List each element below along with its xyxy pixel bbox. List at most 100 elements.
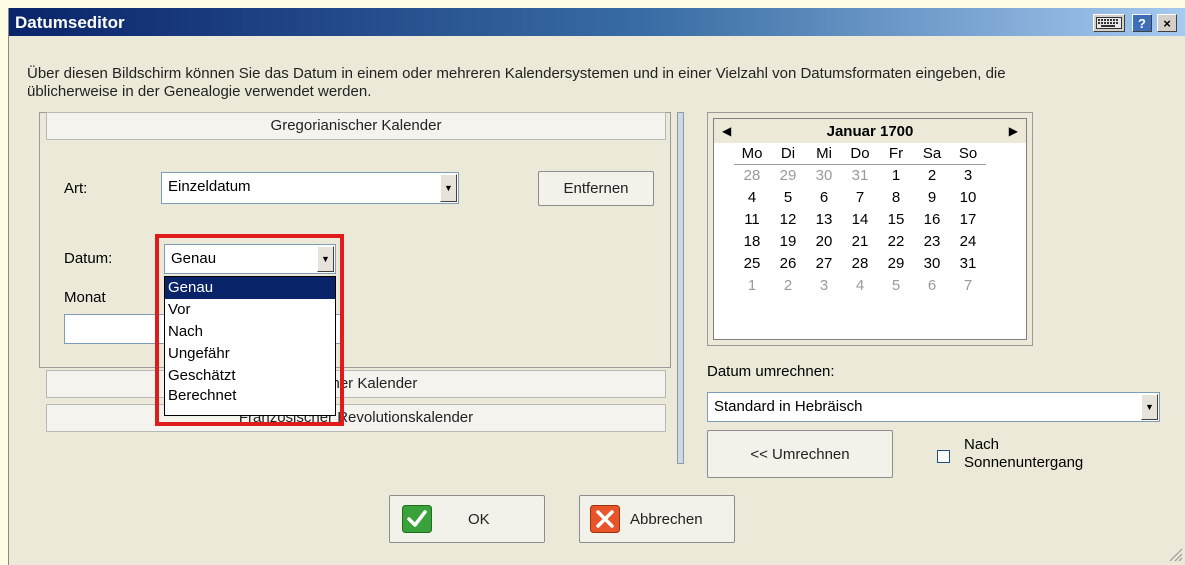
- calendar-day[interactable]: 29: [770, 165, 806, 187]
- weekday-header: Do: [842, 143, 878, 165]
- dropdown-option-genau[interactable]: Genau: [165, 277, 335, 299]
- calendar-day[interactable]: 19: [770, 231, 806, 253]
- calendar-frame: ◀ Januar 1700 ▶ Mo Di Mi Do Fr Sa So 28 29 30 31 1 2…: [707, 112, 1033, 346]
- calendar-day[interactable]: 29: [878, 253, 914, 275]
- check-icon: [402, 505, 432, 533]
- calendar-day[interactable]: 26: [770, 253, 806, 275]
- dropdown-option-nach[interactable]: Nach: [165, 321, 335, 343]
- calendar-day[interactable]: 12: [770, 209, 806, 231]
- dropdown-option-berechnet[interactable]: Berechnet: [165, 387, 335, 405]
- help-icon: ?: [1138, 15, 1146, 31]
- prev-month-icon[interactable]: ◀: [722, 124, 731, 138]
- calendar-day[interactable]: 5: [878, 275, 914, 297]
- section-title: Gregorianischer Kalender: [270, 117, 442, 134]
- calendar-grid: Mo Di Mi Do Fr Sa So 28 29 30 31 1 2 3 4 5 6 7 8 9 10 11 12 13 1…: [714, 143, 1026, 297]
- calendar-day[interactable]: 16: [914, 209, 950, 231]
- next-month-icon[interactable]: ▶: [1009, 124, 1018, 138]
- calendar-day[interactable]: 31: [950, 253, 986, 275]
- dropdown-option-vor[interactable]: Vor: [165, 299, 335, 321]
- calendar-day[interactable]: 2: [914, 165, 950, 187]
- datum-select-value: Genau: [171, 250, 217, 267]
- calendar-day[interactable]: 31: [842, 165, 878, 187]
- dropdown-option-geschaetzt[interactable]: Geschätzt: [165, 365, 335, 387]
- cancel-label: Abbrechen: [630, 510, 703, 528]
- calendar-day[interactable]: 5: [770, 187, 806, 209]
- calendar-day[interactable]: 6: [806, 187, 842, 209]
- convert-button[interactable]: << Umrechnen: [707, 430, 893, 478]
- art-label: Art:: [64, 180, 88, 197]
- chevron-down-icon: ▼: [1141, 394, 1158, 420]
- date-editor-window: Datumseditor ? × Über diesen Bildschirm …: [8, 8, 1185, 565]
- close-button[interactable]: ×: [1157, 14, 1177, 32]
- x-icon: [590, 505, 620, 533]
- sunset-checkbox[interactable]: [937, 450, 950, 463]
- ok-label: OK: [468, 510, 490, 528]
- datum-select[interactable]: Genau ▼: [164, 244, 336, 274]
- weekday-header: So: [950, 143, 986, 165]
- julian-calendar-header[interactable]: cher Kalender: [46, 370, 666, 398]
- cancel-button[interactable]: Abbrechen: [579, 495, 735, 543]
- calendar-day[interactable]: 7: [842, 187, 878, 209]
- weekday-header: Mo: [734, 143, 770, 165]
- convert-select-value: Standard in Hebräisch: [714, 398, 863, 415]
- convert-select[interactable]: Standard in Hebräisch ▼: [707, 392, 1160, 422]
- calendar-day[interactable]: 13: [806, 209, 842, 231]
- calendar-day[interactable]: 20: [806, 231, 842, 253]
- calendar-day[interactable]: 14: [842, 209, 878, 231]
- calendar-day[interactable]: 4: [734, 187, 770, 209]
- resize-grip-icon[interactable]: [1167, 546, 1183, 562]
- datum-dropdown-list: Genau Vor Nach Ungefähr Geschätzt Berech…: [164, 276, 336, 416]
- calendar-day[interactable]: 22: [878, 231, 914, 253]
- calendar-day[interactable]: 23: [914, 231, 950, 253]
- weekday-header: Di: [770, 143, 806, 165]
- description-text: Über diesen Bildschirm können Sie das Da…: [27, 65, 1006, 100]
- calendar-day[interactable]: 15: [878, 209, 914, 231]
- calendar-day[interactable]: 3: [950, 165, 986, 187]
- calendar-day[interactable]: 24: [950, 231, 986, 253]
- calendar-day[interactable]: 30: [806, 165, 842, 187]
- weekday-header: Mi: [806, 143, 842, 165]
- calendar-day[interactable]: 25: [734, 253, 770, 275]
- calendar-day[interactable]: 28: [734, 165, 770, 187]
- title-bar: Datumseditor: [9, 8, 1185, 36]
- calendar-day[interactable]: 6: [914, 275, 950, 297]
- calendar-day[interactable]: 7: [950, 275, 986, 297]
- art-select-value: Einzeldatum: [168, 178, 251, 195]
- keyboard-button[interactable]: [1093, 14, 1125, 32]
- ok-button[interactable]: OK: [389, 495, 545, 543]
- convert-label: Datum umrechnen:: [707, 363, 835, 380]
- calendar-day[interactable]: 10: [950, 187, 986, 209]
- calendar-day[interactable]: 4: [842, 275, 878, 297]
- calendar-day[interactable]: 21: [842, 231, 878, 253]
- art-select[interactable]: Einzeldatum ▼: [161, 172, 459, 204]
- month-label: Monat: [64, 289, 106, 306]
- convert-button-label: << Umrechnen: [750, 445, 850, 463]
- help-button[interactable]: ?: [1132, 14, 1152, 32]
- calendar-day[interactable]: 30: [914, 253, 950, 275]
- dropdown-option-ungefaehr[interactable]: Ungefähr: [165, 343, 335, 365]
- weekday-header: Sa: [914, 143, 950, 165]
- calendar-header: ◀ Januar 1700 ▶: [714, 119, 1026, 143]
- calendar-day[interactable]: 8: [878, 187, 914, 209]
- calendar-day[interactable]: 1: [878, 165, 914, 187]
- calendar-day[interactable]: 3: [806, 275, 842, 297]
- datum-label: Datum:: [64, 250, 113, 267]
- sunset-label-line1: Nach: [964, 436, 1000, 453]
- calendar-day[interactable]: 2: [770, 275, 806, 297]
- calendar-day[interactable]: 17: [950, 209, 986, 231]
- french-revolution-calendar-header[interactable]: Französischer Revolutionskalender: [46, 404, 666, 432]
- remove-button[interactable]: Entfernen: [538, 171, 654, 206]
- calendar-day[interactable]: 18: [734, 231, 770, 253]
- chevron-down-icon: ▼: [440, 174, 457, 202]
- month-calendar: ◀ Januar 1700 ▶ Mo Di Mi Do Fr Sa So 28 29 30 31 1 2…: [713, 118, 1027, 340]
- calendar-day[interactable]: 1: [734, 275, 770, 297]
- splitter-bar[interactable]: [677, 112, 684, 464]
- remove-button-label: Entfernen: [563, 180, 629, 197]
- window-title: Datumseditor: [15, 13, 125, 32]
- chevron-down-icon: ▼: [317, 246, 334, 272]
- calendar-day[interactable]: 11: [734, 209, 770, 231]
- gregorian-calendar-header[interactable]: Gregorianischer Kalender: [46, 112, 666, 140]
- calendar-day[interactable]: 27: [806, 253, 842, 275]
- calendar-day[interactable]: 28: [842, 253, 878, 275]
- calendar-day[interactable]: 9: [914, 187, 950, 209]
